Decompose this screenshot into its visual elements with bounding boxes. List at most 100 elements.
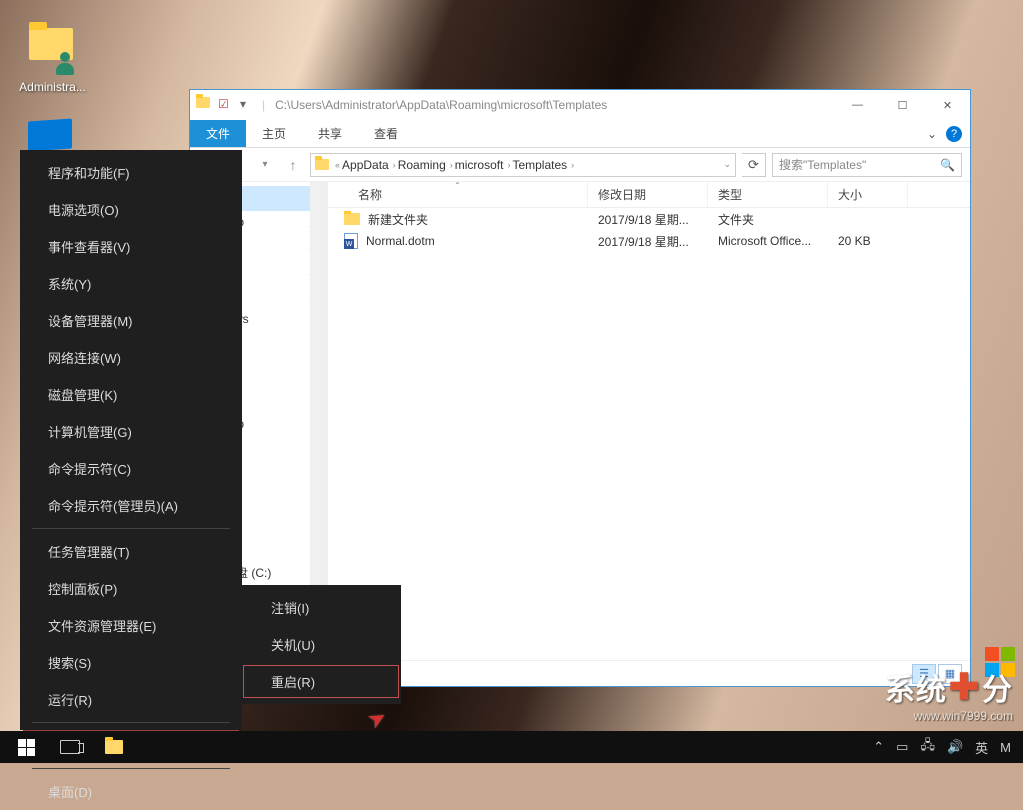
- winx-item[interactable]: 运行(R): [20, 681, 242, 718]
- file-type: Microsoft Office...: [708, 234, 828, 248]
- watermark-brand: 分: [982, 665, 1013, 709]
- action-center-icon[interactable]: ▭: [896, 739, 908, 755]
- minimize-button[interactable]: —: [835, 90, 880, 120]
- windows-logo-icon: [18, 739, 35, 756]
- file-row[interactable]: Normal.dotm 2017/9/18 星期...Microsoft Offi…: [328, 230, 970, 252]
- taskbar-item-explorer[interactable]: [92, 731, 136, 763]
- winx-item[interactable]: 电源选项(O): [20, 191, 242, 228]
- ime-indicator[interactable]: M: [1000, 740, 1011, 755]
- col-type[interactable]: 类型: [708, 182, 828, 207]
- volume-icon[interactable]: 🔊: [947, 739, 963, 755]
- address-dropdown-icon[interactable]: ⌄: [723, 159, 731, 170]
- chevron-right-icon[interactable]: ›: [571, 160, 574, 170]
- task-view-icon: [60, 740, 80, 754]
- desktop-icon-thispc[interactable]: [28, 118, 72, 151]
- watermark-brand: 系统: [885, 665, 947, 709]
- submenu-item-signout[interactable]: 注销(I): [241, 589, 401, 626]
- winx-menu: 程序和功能(F)电源选项(O)事件查看器(V)系统(Y)设备管理器(M)网络连接…: [20, 150, 242, 730]
- address-bar[interactable]: « AppData› Roaming› microsoft› Templates…: [310, 153, 736, 177]
- file-size: 20 KB: [828, 234, 908, 248]
- breadcrumb-seg[interactable]: Roaming: [398, 158, 446, 172]
- network-icon[interactable]: 🖧: [920, 736, 935, 758]
- document-icon: [344, 233, 358, 249]
- watermark-url: www.win7999.com: [885, 709, 1013, 723]
- desktop-icon-admin-folder[interactable]: Administra...: [15, 20, 90, 94]
- sort-indicator-icon: ⌃: [454, 182, 461, 190]
- winx-item[interactable]: 网络连接(W): [20, 339, 242, 376]
- qat-dropdown-icon[interactable]: ▾: [240, 97, 256, 113]
- folder-icon: [105, 740, 123, 754]
- col-date[interactable]: 修改日期: [588, 182, 708, 207]
- chevron-right-icon[interactable]: «: [335, 160, 340, 170]
- file-row[interactable]: 新建文件夹 2017/9/18 星期...文件夹: [328, 208, 970, 230]
- winx-item[interactable]: 系统(Y): [20, 265, 242, 302]
- search-icon: 🔍: [940, 158, 955, 172]
- winx-item[interactable]: 文件资源管理器(E): [20, 607, 242, 644]
- file-type: 文件夹: [708, 211, 828, 228]
- tray-overflow-icon[interactable]: ⌃: [873, 739, 884, 755]
- col-name[interactable]: ⌃名称: [328, 182, 588, 207]
- menu-separator: [32, 768, 230, 769]
- ime-indicator[interactable]: 英: [975, 738, 988, 757]
- search-input[interactable]: 搜索"Templates" 🔍: [772, 153, 962, 177]
- winx-item[interactable]: 设备管理器(M): [20, 302, 242, 339]
- file-date: 2017/9/18 星期...: [588, 233, 708, 250]
- winx-item[interactable]: 任务管理器(T): [20, 533, 242, 570]
- col-size[interactable]: 大小: [828, 182, 908, 207]
- nav-recent-dropdown[interactable]: ▾: [254, 154, 276, 176]
- tab-share[interactable]: 共享: [302, 120, 358, 147]
- file-name: 新建文件夹: [368, 211, 428, 228]
- ribbon-expand-icon[interactable]: ⌄: [924, 126, 940, 142]
- breadcrumb-seg[interactable]: Templates: [512, 158, 567, 172]
- close-button[interactable]: ✕: [925, 90, 970, 120]
- winx-item[interactable]: 命令提示符(C): [20, 450, 242, 487]
- winx-item[interactable]: 程序和功能(F): [20, 154, 242, 191]
- file-name: Normal.dotm: [366, 234, 435, 248]
- menu-separator: [32, 528, 230, 529]
- task-view-button[interactable]: [48, 731, 92, 763]
- winx-item[interactable]: 搜索(S): [20, 644, 242, 681]
- help-icon[interactable]: ?: [946, 126, 962, 142]
- column-headers[interactable]: ⌃名称 修改日期 类型 大小: [328, 182, 970, 208]
- tab-view[interactable]: 查看: [358, 120, 414, 147]
- winx-item[interactable]: 磁盘管理(K): [20, 376, 242, 413]
- plus-icon: ✚: [949, 666, 980, 708]
- ribbon-tabs: 文件 主页 共享 查看 ⌄ ?: [190, 120, 970, 148]
- file-date: 2017/9/18 星期...: [588, 211, 708, 228]
- winx-item[interactable]: 命令提示符(管理员)(A): [20, 487, 242, 524]
- titlebar[interactable]: ☑ ▾ | C:\Users\Administrator\AppData\Roa…: [190, 90, 970, 120]
- submenu-item-restart[interactable]: 重启(R): [241, 663, 401, 700]
- chevron-right-icon[interactable]: ›: [507, 160, 510, 170]
- maximize-button[interactable]: ☐: [880, 90, 925, 120]
- shutdown-submenu: 注销(I) 关机(U) 重启(R): [241, 585, 401, 704]
- desktop-icon-label: Administra...: [15, 80, 90, 94]
- tab-home[interactable]: 主页: [246, 120, 302, 147]
- folder-icon: [344, 213, 360, 225]
- winx-item[interactable]: 计算机管理(G): [20, 413, 242, 450]
- folder-icon: [315, 159, 329, 170]
- menu-separator: [32, 722, 230, 723]
- search-placeholder: 搜索"Templates": [779, 156, 866, 173]
- winx-item-desktop[interactable]: 桌面(D): [20, 773, 242, 810]
- system-tray[interactable]: ⌃ ▭ 🖧 🔊 英 M: [873, 736, 1019, 758]
- taskbar[interactable]: ⌃ ▭ 🖧 🔊 英 M: [0, 731, 1023, 763]
- submenu-item-shutdown[interactable]: 关机(U): [241, 626, 401, 663]
- winx-item[interactable]: 事件查看器(V): [20, 228, 242, 265]
- window-title-path: C:\Users\Administrator\AppData\Roaming\m…: [275, 98, 607, 112]
- breadcrumb-seg[interactable]: AppData: [342, 158, 389, 172]
- file-list-pane[interactable]: ⌃名称 修改日期 类型 大小 新建文件夹 2017/9/18 星期...文件夹 No…: [328, 182, 970, 660]
- folder-user-icon: [29, 28, 77, 76]
- properties-icon[interactable]: ☑: [218, 97, 234, 113]
- winx-item[interactable]: 控制面板(P): [20, 570, 242, 607]
- breadcrumb-seg[interactable]: microsoft: [455, 158, 504, 172]
- address-toolbar: ← → ▾ ↑ « AppData› Roaming› microsoft› T…: [190, 148, 970, 182]
- tab-file[interactable]: 文件: [190, 120, 246, 147]
- folder-icon: [196, 97, 212, 113]
- start-button[interactable]: [4, 731, 48, 763]
- nav-up-button[interactable]: ↑: [282, 154, 304, 176]
- refresh-button[interactable]: ⟳: [742, 153, 766, 177]
- quick-access-toolbar: ☑ ▾ |: [196, 97, 265, 113]
- watermark: 系统 ✚ 分 www.win7999.com: [885, 665, 1013, 723]
- chevron-right-icon[interactable]: ›: [450, 160, 453, 170]
- chevron-right-icon[interactable]: ›: [393, 160, 396, 170]
